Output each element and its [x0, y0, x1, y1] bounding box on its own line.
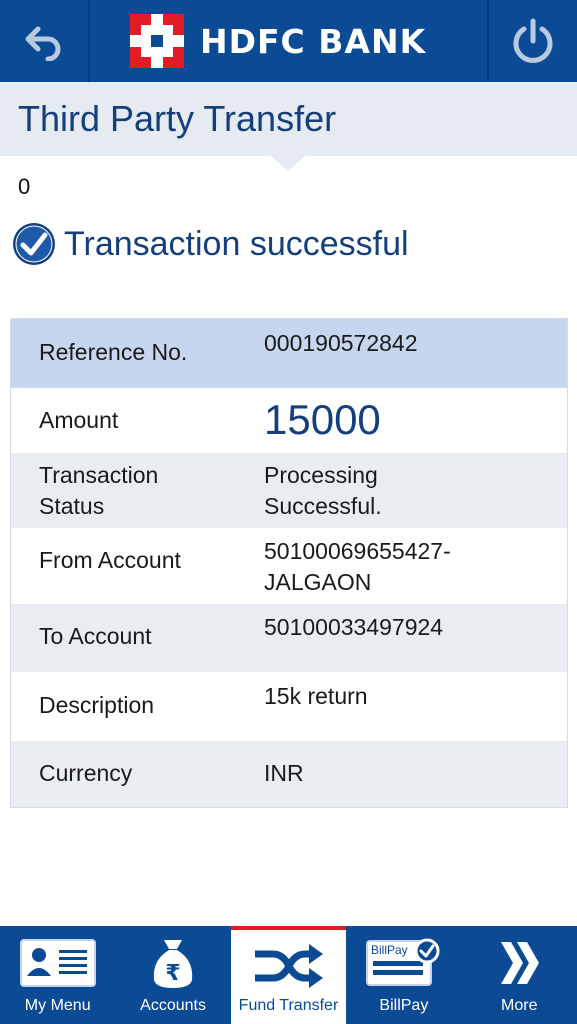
- back-arrow-icon: [25, 26, 61, 61]
- shuffle-arrows-icon: [231, 938, 346, 996]
- logo-mark: [130, 14, 184, 68]
- detail-label: Amount: [39, 407, 119, 433]
- detail-row-currency: Currency INR: [11, 741, 567, 807]
- detail-label-line1: Transaction: [39, 462, 159, 488]
- detail-value-line2: JALGAON: [264, 569, 372, 595]
- money-bag-icon: ₹: [115, 934, 230, 992]
- nav-my-menu[interactable]: My Menu: [0, 926, 115, 1024]
- hdfc-logo: HDFC BANK: [130, 14, 426, 68]
- nav-label: BillPay: [379, 997, 429, 1014]
- success-message: Transaction successful: [64, 224, 409, 263]
- detail-value-line2: Successful.: [264, 493, 382, 519]
- detail-label: Currency: [39, 760, 133, 786]
- nav-label: More: [501, 997, 538, 1014]
- detail-label: From Account: [39, 547, 181, 573]
- nav-label: Accounts: [140, 997, 206, 1014]
- svg-text:₹: ₹: [165, 961, 180, 986]
- brand-name: HDFC BANK: [200, 21, 427, 61]
- detail-label: Reference No.: [39, 339, 188, 365]
- title-pointer: [270, 156, 306, 171]
- detail-value-line1: 50100069655427-: [264, 538, 451, 564]
- detail-row-reference: Reference No. 000190572842: [11, 319, 567, 388]
- logout-button[interactable]: [487, 0, 577, 82]
- success-banner: Transaction successful: [12, 222, 409, 266]
- detail-label: To Account: [39, 623, 152, 649]
- detail-label: Description: [39, 692, 155, 718]
- nav-label: My Menu: [24, 997, 91, 1014]
- check-circle-icon: [13, 223, 55, 265]
- svg-text:BillPay: BillPay: [371, 943, 408, 957]
- detail-value: 000190572842: [264, 330, 418, 356]
- detail-value-line1: Processing: [264, 462, 378, 488]
- detail-value: 50100033497924: [264, 614, 444, 640]
- title-bar: Third Party Transfer: [0, 82, 577, 156]
- double-chevron-icon: [462, 934, 577, 992]
- back-button[interactable]: [0, 0, 90, 82]
- nav-accounts[interactable]: ₹ Accounts: [115, 926, 230, 1024]
- app-header: HDFC BANK: [0, 0, 577, 82]
- detail-value: INR: [264, 760, 304, 786]
- counter-text: 0: [18, 174, 31, 199]
- bottom-nav: My Menu ₹ Accounts Fund Transfer BillPay…: [0, 926, 577, 1024]
- power-icon: [513, 18, 553, 63]
- billpay-icon: BillPay: [346, 934, 461, 992]
- transaction-details: Reference No. 000190572842 Amount 15000 …: [10, 318, 568, 808]
- detail-row-amount: Amount 15000: [11, 388, 567, 453]
- nav-more[interactable]: More: [462, 926, 577, 1024]
- detail-row-status: Transaction Status Processing Successful…: [11, 453, 567, 528]
- detail-value: 15k return: [264, 683, 368, 709]
- page-title: Third Party Transfer: [18, 98, 337, 139]
- detail-row-from-account: From Account 50100069655427- JALGAON: [11, 528, 567, 604]
- detail-label-line2: Status: [39, 493, 105, 519]
- detail-row-description: Description 15k return: [11, 672, 567, 741]
- nav-fund-transfer[interactable]: Fund Transfer: [230, 926, 347, 1024]
- nav-billpay[interactable]: BillPay BillPay: [346, 926, 461, 1024]
- detail-row-to-account: To Account 50100033497924: [11, 604, 567, 672]
- amount-value: 15000: [264, 396, 381, 443]
- nav-label: Fund Transfer: [238, 997, 339, 1014]
- id-card-icon: [0, 934, 115, 992]
